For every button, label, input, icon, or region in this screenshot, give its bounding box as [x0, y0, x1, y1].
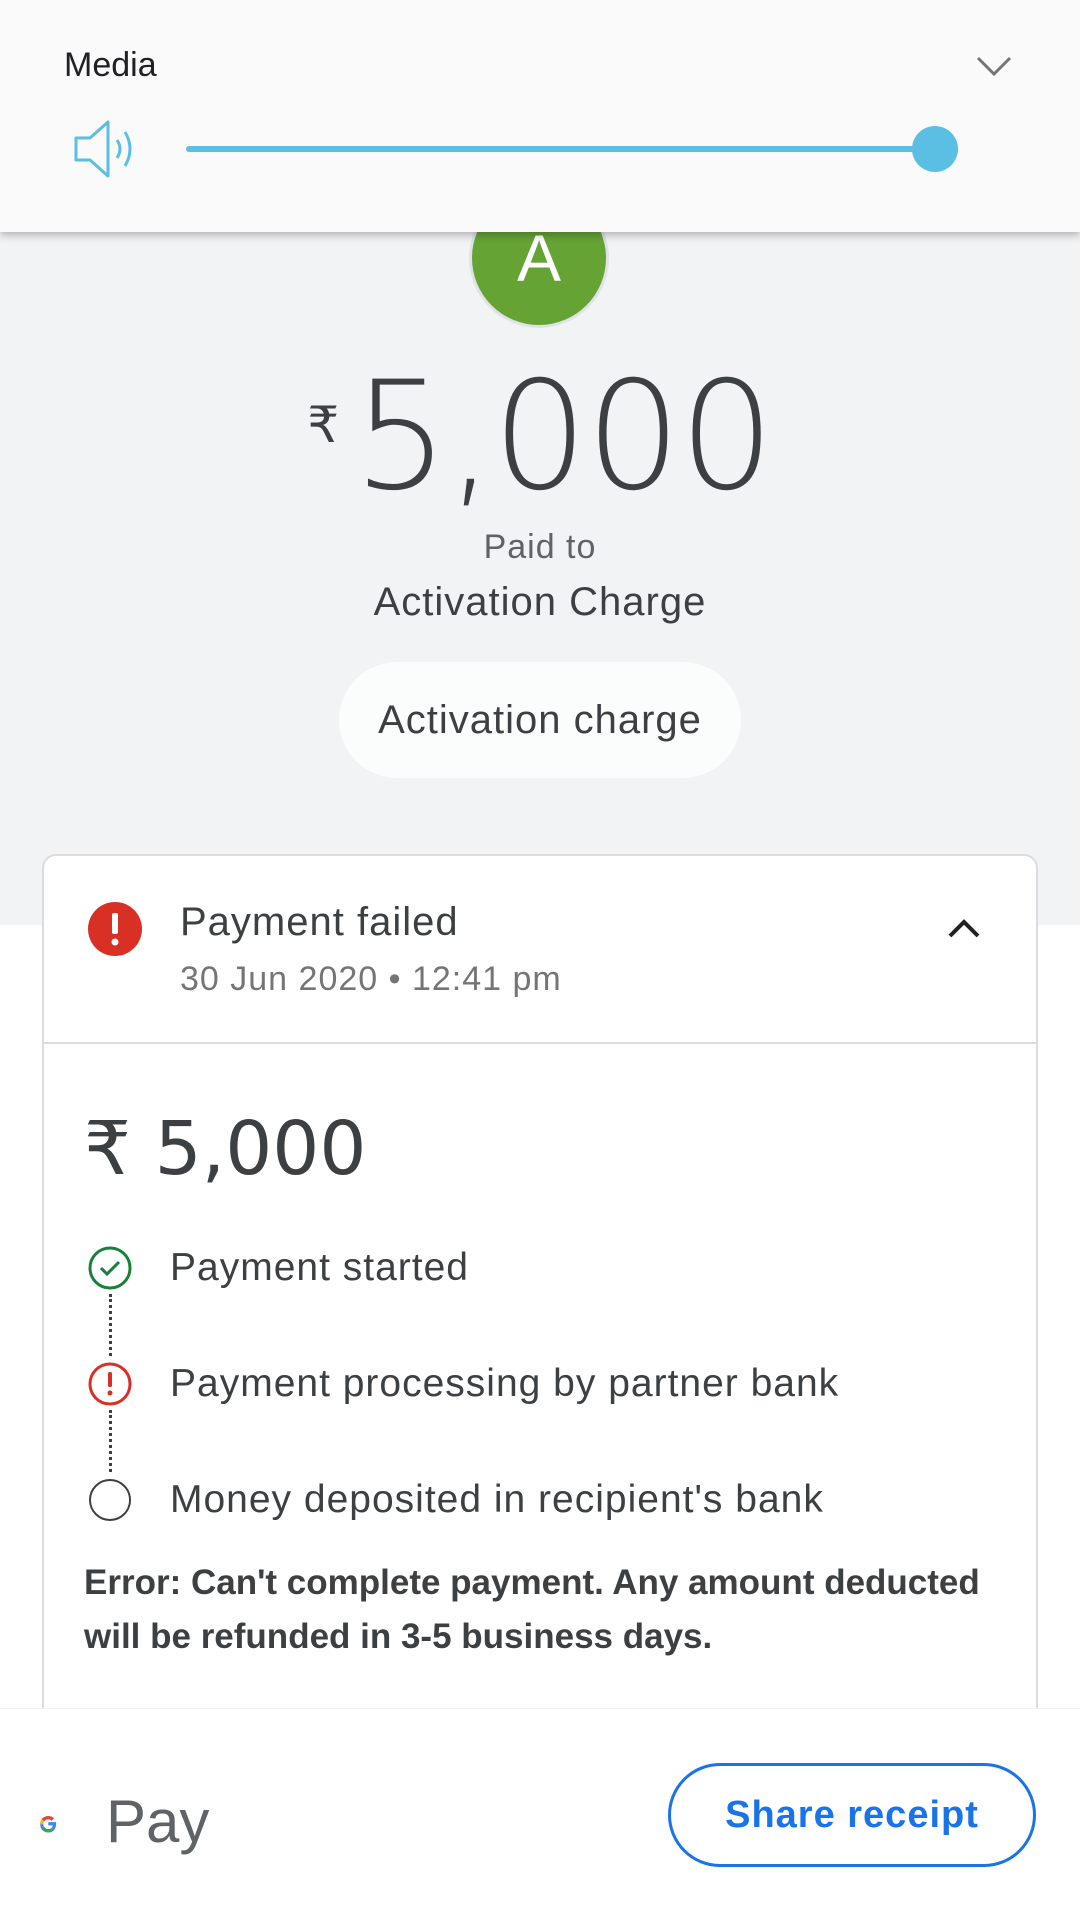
- media-volume-panel: Media: [0, 0, 1080, 232]
- volume-slider-thumb[interactable]: [912, 126, 958, 172]
- check-circle-icon: [88, 1246, 132, 1290]
- paid-to-label: Paid to: [483, 528, 597, 566]
- step-label: Payment processing by partner bank: [170, 1362, 840, 1405]
- timeline-step-deposited: Money deposited in recipient's bank: [44, 1476, 1036, 1536]
- currency-symbol: ₹: [307, 397, 340, 453]
- card-amount: ₹ 5,000: [84, 1106, 367, 1192]
- step-label: Payment started: [170, 1246, 469, 1289]
- step-label: Money deposited in recipient's bank: [170, 1478, 824, 1521]
- brand-text: Pay: [106, 1788, 210, 1855]
- payment-status-card: Payment failed 30 Jun 2020 • 12:41 pm ₹ …: [42, 854, 1038, 1854]
- error-circle-icon: [88, 1362, 132, 1406]
- status-timestamp: 30 Jun 2020 • 12:41 pm: [180, 960, 562, 998]
- error-message: Error: Can't complete payment. Any amoun…: [84, 1563, 980, 1656]
- media-title: Media: [64, 46, 157, 84]
- error-icon: [88, 902, 142, 956]
- speaker-icon[interactable]: [72, 118, 140, 180]
- chevron-up-icon[interactable]: [944, 912, 984, 944]
- payee-name: Activation Charge: [373, 580, 707, 624]
- empty-circle-icon: [89, 1479, 131, 1521]
- status-title: Payment failed: [180, 900, 459, 944]
- amount-value: 5,000: [353, 350, 774, 524]
- volume-slider-track[interactable]: [186, 146, 936, 152]
- payment-amount: ₹5,000: [0, 350, 1080, 524]
- timeline-connector: [109, 1410, 112, 1472]
- share-receipt-button[interactable]: Share receipt: [668, 1763, 1036, 1867]
- chevron-down-icon[interactable]: [972, 48, 1016, 84]
- timeline-step-processing: Payment processing by partner bank: [44, 1360, 1036, 1420]
- google-g-icon: [40, 1816, 57, 1833]
- footer-bar: Pay Share receipt: [0, 1708, 1080, 1921]
- status-card-header[interactable]: Payment failed 30 Jun 2020 • 12:41 pm: [44, 856, 1036, 1044]
- payment-note-chip: Activation charge: [339, 662, 741, 778]
- timeline-step-started: Payment started: [44, 1244, 1036, 1304]
- timeline-connector: [109, 1294, 112, 1356]
